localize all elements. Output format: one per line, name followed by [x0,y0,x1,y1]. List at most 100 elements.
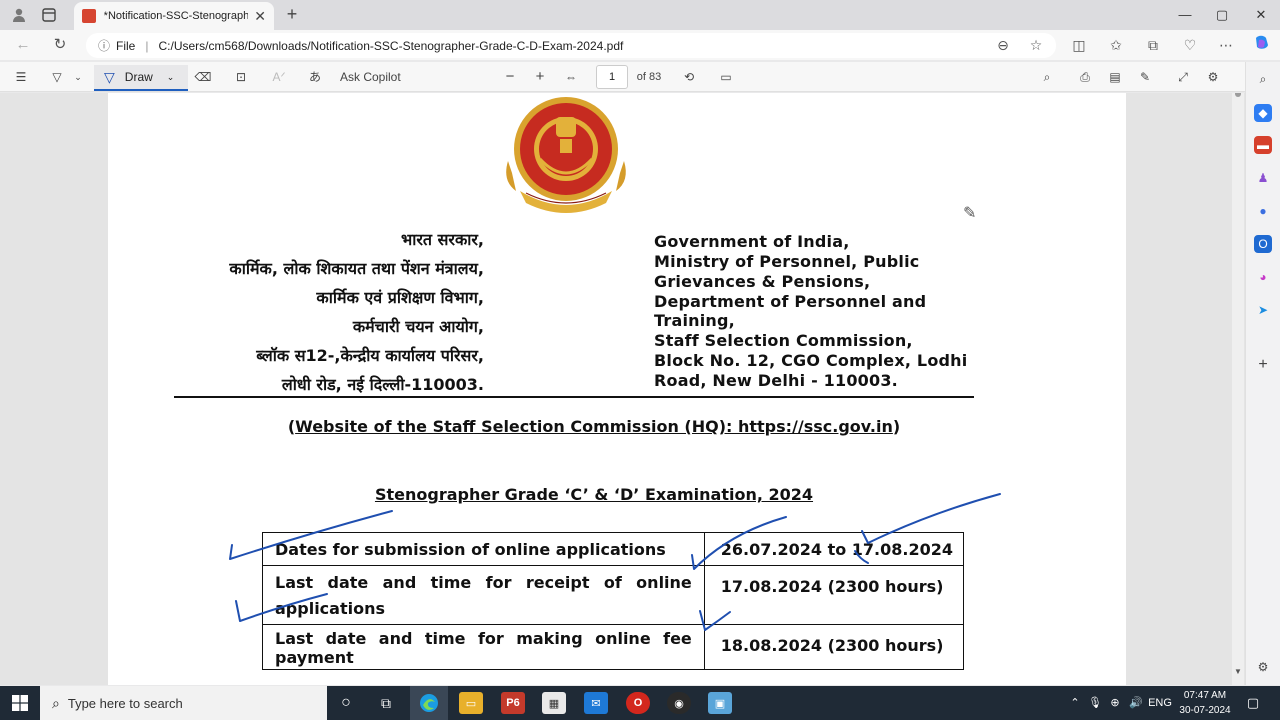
save-as-icon[interactable]: ✎ [1134,66,1156,88]
english-line: Road, New Delhi - 110003. [654,371,898,390]
zoom-icon[interactable]: ⊖ [992,34,1014,56]
draw-label: Draw [124,70,153,84]
workspaces-icon[interactable] [38,4,60,26]
date-value: 26.07.2024 to 17.08.2024 [703,532,965,566]
search-icon[interactable]: ⌕ [1036,66,1058,88]
new-tab-button[interactable]: + [282,3,302,25]
english-line: Block No. 12, CGO Complex, Lodhi [654,351,968,370]
ssc-emblem-logo [506,97,626,213]
text-box-icon[interactable]: ⊡ [230,66,252,88]
taskbar: ⌕ Type here to search ○ ⧉ ▭ P6 ▦ ✉ O ◉ ▣… [0,686,1280,720]
windows-start-button[interactable] [0,686,40,720]
page-number-input[interactable]: 1 [596,65,628,89]
hindi-line: कर्मचारी चयन आयोग, [352,317,484,336]
sidebar-settings-icon[interactable]: ⚙ [1254,658,1272,676]
profile-icon[interactable] [8,4,30,26]
sidebar-tools-icon[interactable]: ▬ [1254,136,1272,154]
back-icon[interactable]: ← [12,34,34,56]
task-view-icon[interactable]: ⧉ [374,692,398,714]
website-line: (Website of the Staff Selection Commissi… [287,417,901,436]
translate-icon[interactable]: あ [304,66,326,88]
browser-essentials-icon[interactable]: ♡ [1179,34,1201,56]
notifications-icon[interactable]: ▢ [1244,694,1262,712]
tray-expand-icon[interactable]: ⌃ [1068,694,1082,712]
table-row: Last date and time for receipt of online… [262,565,965,625]
system-clock[interactable]: 07:47 AM 30-07-2024 [1174,688,1236,718]
ask-copilot-button[interactable]: Ask Copilot [340,66,420,88]
minimize-button[interactable]: — [1170,4,1200,26]
browser-tab[interactable]: *Notification-SSC-Stenographer-Grade-C-D… [74,2,274,30]
hindi-line: ब्लॉक स12-,केन्द्रीय कार्यालय परिसर, [256,346,484,365]
sidebar-designer-icon[interactable]: ◕ [1254,268,1272,286]
close-tab-icon[interactable]: ✕ [254,8,266,25]
table-row: Dates for submission of online applicati… [262,532,965,566]
highlight-chevron-icon[interactable]: ⌄ [70,66,86,88]
page-total: of 83 [636,71,662,83]
file-explorer-icon[interactable]: ▭ [459,692,483,714]
sidebar-search-icon[interactable]: ⌕ [1254,70,1272,88]
mail-icon[interactable]: ✉ [584,692,608,714]
pen-cursor-icon: ✎ [963,205,977,222]
refresh-icon[interactable]: ↻ [49,34,71,56]
dates-table: Dates for submission of online applicati… [262,532,965,670]
rotate-icon[interactable]: ⟲ [678,66,700,88]
website-text[interactable]: Website of the Staff Selection Commissio… [295,417,893,436]
draw-chevron-icon: ⌄ [166,71,175,82]
scroll-down-icon[interactable]: ▼ [1233,667,1243,676]
print-icon[interactable]: ⎙ [1074,66,1096,88]
info-icon[interactable]: ⓘ [98,37,110,54]
more-menu-icon[interactable]: ⋯ [1215,34,1237,56]
network-icon[interactable]: ⊕ [1107,694,1123,712]
pdf-icon [82,9,96,23]
close-window-button[interactable]: ✕ [1246,4,1276,26]
zoom-out-button[interactable]: − [500,66,520,88]
scrollbar[interactable]: ▲ ▼ [1232,93,1244,685]
sidebar-tag-icon[interactable]: ◆ [1254,104,1272,122]
hindi-line: लोधी रोड, नई दिल्ली-110003. [281,375,484,394]
address-prefix: File [116,38,136,53]
favorites-icon[interactable]: ✩ [1105,34,1127,56]
header-divider [174,396,974,398]
eraser-icon[interactable]: ⌫ [192,66,214,88]
collections-icon[interactable]: ⧉ [1142,34,1164,56]
microphone-icon[interactable]: 🎙 [1088,694,1102,712]
read-aloud-icon[interactable]: Aᐟ [268,66,290,88]
app-p6-icon[interactable]: P6 [501,692,525,714]
edge-taskbar-icon[interactable] [410,686,448,720]
settings-gear-icon[interactable]: ⚙ [1202,66,1224,88]
highlight-icon[interactable]: ▽ [46,66,68,88]
volume-icon[interactable]: 🔊 [1128,694,1144,712]
tab-strip: *Notification-SSC-Stenographer-Grade-C-D… [0,0,1280,30]
fit-page-icon[interactable]: ⇔ [560,66,582,88]
draw-button[interactable]: ▽ Draw ⌄ [94,65,188,91]
cortana-icon[interactable]: ○ [334,692,358,714]
sidebar-add-icon[interactable]: + [1254,356,1272,374]
zoom-in-button[interactable]: + [530,66,550,88]
english-line: Grievances & Pensions, [654,272,871,291]
chrome-icon[interactable]: ◉ [667,692,691,714]
app-window-icon[interactable]: ▣ [708,692,732,714]
english-line: Department of Personnel and [654,292,927,311]
maximize-button[interactable]: ▢ [1207,4,1237,26]
fullscreen-icon[interactable]: ⤢ [1172,66,1194,88]
scrollbar-thumb[interactable] [1235,93,1241,97]
address-bar[interactable]: ⓘ File | C:/Users/cm568/Downloads/Notifi… [86,33,1056,58]
sidebar-office-icon[interactable]: ● [1254,202,1272,220]
clock-date: 30-07-2024 [1179,705,1231,716]
clock-time: 07:47 AM [1183,690,1227,701]
taskbar-search-input[interactable]: ⌕ Type here to search [40,686,327,720]
split-screen-icon[interactable]: ◫ [1068,34,1090,56]
sidebar-send-icon[interactable]: ➤ [1254,301,1272,319]
edge-sidebar: ⌕ ◆ ▬ ♟ ● O ◕ ➤ + ⚙ [1245,62,1280,685]
store-icon[interactable]: ▦ [542,692,566,714]
language-indicator[interactable]: ENG [1146,694,1174,712]
favorite-star-icon[interactable]: ☆ [1025,34,1047,56]
copilot-icon[interactable] [1251,34,1273,56]
page-view-icon[interactable]: ▭ [715,66,737,88]
save-icon[interactable]: ▤ [1104,66,1126,88]
pdf-viewer[interactable]: भारत सरकार, कार्मिक, लोक शिकायत तथा पेंश… [0,93,1245,685]
contents-icon[interactable]: ☰ [10,66,32,88]
sidebar-outlook-icon[interactable]: O [1254,235,1272,253]
sidebar-games-icon[interactable]: ♟ [1254,169,1272,187]
opera-icon[interactable]: O [626,692,650,714]
